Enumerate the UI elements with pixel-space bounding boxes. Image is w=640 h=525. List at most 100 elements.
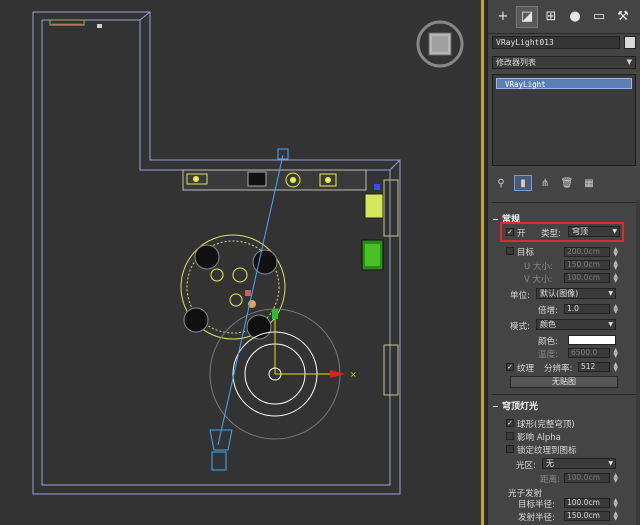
chevron-down-icon: ▼ xyxy=(612,228,617,235)
viewport-drawing: × xyxy=(32,11,464,495)
no-map-button[interactable]: 无贴图 xyxy=(510,376,618,388)
distance-spinner[interactable]: 100.0cm ▲ ▼ xyxy=(564,473,618,484)
resolution-value: 512 xyxy=(581,362,596,371)
stack-toolbar: ⚲ ▮ ⋔ 🗑 ▦ xyxy=(492,174,636,192)
target-value: 200.0cm xyxy=(567,247,600,256)
command-panel: + ◪ ⊞ ● ▭ ⚒ VRayLight013 修改器列表 ▼ VRayLig… xyxy=(487,0,640,525)
type-value: 穹顶 xyxy=(572,227,588,236)
zone-value: 无 xyxy=(546,459,554,468)
spinner-arrows-icon[interactable]: ▲ ▼ xyxy=(613,247,618,258)
dome-title: 穹顶灯光 xyxy=(502,402,539,412)
target-radius-spinner[interactable]: 100.0cm ▲ ▼ xyxy=(564,498,618,509)
spinner-arrows-icon[interactable]: ▲ ▼ xyxy=(613,260,618,271)
object-color-swatch[interactable] xyxy=(624,36,636,49)
spinner-arrows-icon[interactable]: ▲ ▼ xyxy=(613,362,618,373)
modifier-list-dropdown[interactable]: 修改器列表 ▼ xyxy=(492,56,636,69)
dome-rollout-header[interactable]: − 穹顶灯光 xyxy=(492,399,538,412)
top-viewport[interactable]: × xyxy=(0,0,484,525)
spherical-label: 球形(完整穹顶) xyxy=(517,420,575,430)
configure-sets-icon[interactable]: ▦ xyxy=(580,175,598,191)
command-panel-tabs: + ◪ ⊞ ● ▭ ⚒ xyxy=(488,0,640,34)
chevron-down-icon: ▼ xyxy=(626,58,632,66)
modifier-list-label: 修改器列表 xyxy=(496,58,536,67)
units-dropdown[interactable]: 默认(图像) ▼ xyxy=(536,288,616,299)
hierarchy-tab[interactable]: ⊞ xyxy=(540,6,562,28)
target-label: 目标 xyxy=(517,248,535,258)
distance-value: 100.0cm xyxy=(567,473,600,482)
texture-label: 纹理 xyxy=(517,364,535,374)
create-tab[interactable]: + xyxy=(492,6,514,28)
u-size-spinner[interactable]: 150.0cm ▲ ▼ xyxy=(564,260,618,271)
utilities-tab[interactable]: ⚒ xyxy=(612,6,634,28)
emit-radius-label: 发射半径: xyxy=(518,513,555,523)
resolution-spinner[interactable]: 512 ▲ ▼ xyxy=(578,362,618,373)
spinner-arrows-icon[interactable]: ▲ ▼ xyxy=(613,273,618,284)
lock-texture-label: 锁定纹理到图标 xyxy=(517,446,577,456)
motion-icon: ● xyxy=(569,9,581,24)
modify-icon: ◪ xyxy=(520,9,534,24)
affect-alpha-checkbox[interactable] xyxy=(506,432,514,440)
divider xyxy=(492,394,636,395)
wrench-icon: ⚒ xyxy=(617,9,629,24)
make-unique-icon[interactable]: ⋔ xyxy=(536,175,554,191)
affect-alpha-label: 影响 Alpha xyxy=(517,433,561,443)
v-size-label: V 大小: xyxy=(524,275,553,285)
color-swatch[interactable] xyxy=(568,335,616,345)
resolution-label: 分辨率: xyxy=(544,364,573,374)
distance-label: 距离: xyxy=(540,475,560,485)
stack-item-vraylight[interactable]: VRayLight xyxy=(496,78,632,89)
plus-icon: + xyxy=(497,9,509,24)
multiplier-value: 1.0 xyxy=(567,304,579,313)
temperature-spinner[interactable]: 6500.0 ▲ ▼ xyxy=(568,348,618,359)
multiplier-label: 倍增: xyxy=(538,306,558,316)
spinner-arrows-icon[interactable]: ▲ ▼ xyxy=(613,498,618,509)
modify-tab[interactable]: ◪ xyxy=(516,5,538,28)
hierarchy-icon: ⊞ xyxy=(545,9,557,24)
emit-radius-spinner[interactable]: 150.0cm ▲ ▼ xyxy=(564,511,618,522)
mode-value: 颜色 xyxy=(540,320,556,329)
display-icon: ▭ xyxy=(592,9,606,24)
spinner-arrows-icon[interactable]: ▲ ▼ xyxy=(613,473,618,484)
type-label: 类型: xyxy=(541,229,561,239)
emit-radius-value: 150.0cm xyxy=(567,511,600,520)
target-radius-label: 目标半径: xyxy=(518,500,555,510)
motion-tab[interactable]: ● xyxy=(564,6,586,28)
svg-text:×: × xyxy=(350,370,357,379)
minus-icon: − xyxy=(492,402,499,411)
mode-dropdown[interactable]: 颜色 ▼ xyxy=(536,319,616,330)
spherical-checkbox[interactable]: ✓ xyxy=(506,419,514,427)
units-label: 单位: xyxy=(510,291,530,301)
on-checkbox[interactable]: ✓ xyxy=(506,228,514,236)
divider xyxy=(492,202,636,203)
spinner-arrows-icon[interactable]: ▲ ▼ xyxy=(613,348,618,359)
modifier-stack: VRayLight xyxy=(492,74,636,166)
panel-scrollbar[interactable] xyxy=(636,200,640,525)
zone-dropdown[interactable]: 无 ▼ xyxy=(542,458,616,469)
v-size-spinner[interactable]: 100.0cm ▲ ▼ xyxy=(564,273,618,284)
target-checkbox[interactable] xyxy=(506,247,514,255)
remove-modifier-icon[interactable]: 🗑 xyxy=(558,175,576,191)
display-tab[interactable]: ▭ xyxy=(588,6,610,28)
viewcube-icon xyxy=(416,20,464,68)
units-value: 默认(图像) xyxy=(540,289,579,298)
target-radius-value: 100.0cm xyxy=(567,498,600,507)
target-spinner[interactable]: 200.0cm ▲ ▼ xyxy=(564,247,618,258)
show-end-result-icon[interactable]: ▮ xyxy=(514,175,532,191)
spinner-arrows-icon[interactable]: ▲ ▼ xyxy=(613,511,618,522)
color-label: 颜色: xyxy=(538,337,558,347)
multiplier-spinner[interactable]: 1.0 ▲ ▼ xyxy=(564,304,618,315)
pin-stack-icon[interactable]: ⚲ xyxy=(492,175,510,191)
mode-label: 模式: xyxy=(510,322,530,332)
texture-checkbox[interactable]: ✓ xyxy=(506,363,514,371)
lock-texture-checkbox[interactable] xyxy=(506,445,514,453)
v-size-value: 100.0cm xyxy=(567,273,600,282)
object-name-field[interactable]: VRayLight013 xyxy=(492,36,620,49)
dome-light-gizmo: × xyxy=(209,308,357,440)
cabinet-row xyxy=(182,169,367,191)
type-dropdown[interactable]: 穹顶 ▼ xyxy=(568,226,620,237)
temperature-value: 6500.0 xyxy=(571,348,598,357)
temperature-label: 温度: xyxy=(538,350,558,360)
zone-label: 光区: xyxy=(516,461,536,471)
spinner-arrows-icon[interactable]: ▲ ▼ xyxy=(613,304,618,315)
u-size-label: U 大小: xyxy=(524,262,553,272)
